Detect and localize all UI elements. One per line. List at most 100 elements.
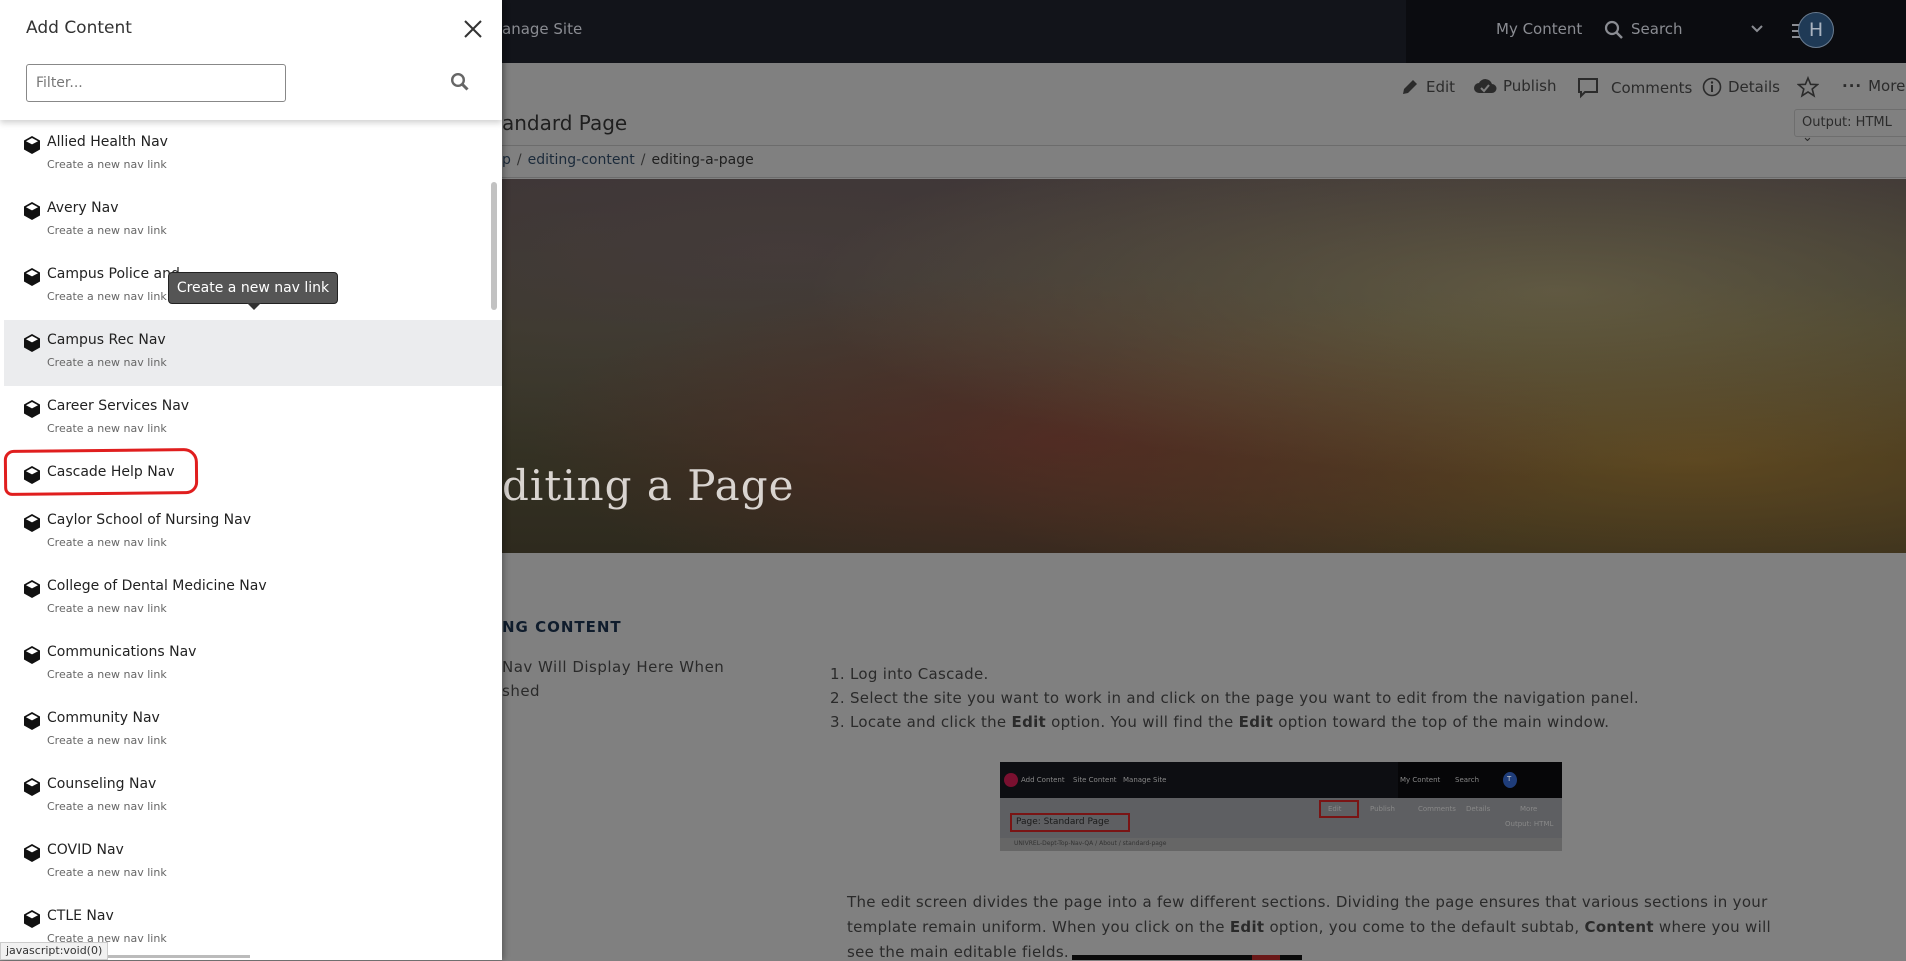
list-item[interactable]: Career Services Nav Create a new nav link [4, 386, 502, 452]
list-item-title: Communications Nav [47, 644, 197, 660]
page-title: andard Page [502, 111, 628, 135]
chevron-down-icon[interactable] [1750, 24, 1764, 34]
embedded-page-title: Page: Standard Page [1010, 813, 1130, 832]
tooltip: Create a new nav link [168, 272, 338, 310]
cube-icon [24, 268, 40, 286]
list-item[interactable]: College of Dental Medicine Nav Create a n… [4, 566, 502, 632]
comments-button[interactable]: Comments [1577, 77, 1692, 99]
plus-icon [1004, 773, 1018, 787]
comment-icon [1578, 78, 1598, 99]
list-item-subtitle: Create a new nav link [47, 158, 167, 171]
cube-icon [24, 334, 40, 352]
panel-title: Add Content [26, 18, 132, 38]
user-avatar[interactable]: H [1798, 12, 1834, 48]
list-item-subtitle: Create a new nav link [47, 866, 167, 879]
left-nav-text: shed [502, 682, 541, 700]
list-item[interactable]: Campus Rec Nav Create a new nav link [4, 320, 502, 386]
search-icon[interactable] [1604, 20, 1624, 40]
breadcrumb: p / editing-content / editing-a-page [502, 152, 754, 168]
cube-icon [24, 844, 40, 862]
more-button[interactable]: ··· More [1842, 77, 1905, 95]
list-item-title: COVID Nav [47, 842, 124, 858]
publish-label: Publish [1503, 77, 1557, 95]
publish-button[interactable]: Publish [1473, 77, 1556, 95]
filter-input[interactable] [26, 64, 286, 102]
search-link[interactable]: Search [1631, 20, 1683, 38]
cube-icon [24, 580, 40, 598]
list-item-title: Caylor School of Nursing Nav [47, 512, 252, 528]
star-icon[interactable] [1797, 76, 1819, 98]
info-icon [1702, 77, 1722, 97]
edit-button[interactable]: Edit [1400, 77, 1455, 97]
breadcrumb-link[interactable]: editing-content [528, 152, 635, 168]
add-content-panel: Add Content Allied Health Nav Create a ne… [0, 0, 502, 960]
list-item-subtitle: Create a new nav link [47, 422, 167, 435]
panel-header: Add Content [0, 0, 502, 120]
left-nav-heading: NG CONTENT [502, 618, 622, 636]
paragraph-line: The edit screen divides the page into a … [847, 893, 1768, 911]
paragraph-line: see the main editable fields. [847, 943, 1069, 961]
status-bar-url: javascript:void(0) [0, 942, 109, 960]
output-select-value: Output: HTML [1802, 115, 1892, 130]
cube-icon [24, 136, 40, 154]
breadcrumb-current: editing-a-page [651, 152, 754, 168]
list-item[interactable]: Caylor School of Nursing Nav Create a new… [4, 500, 502, 566]
cube-icon [24, 202, 40, 220]
red-annotation-circle [3, 447, 199, 497]
cube-icon [24, 646, 40, 664]
list-item[interactable]: Counseling Nav Create a new nav link [4, 764, 502, 830]
my-content-link[interactable]: My Content [1496, 20, 1582, 38]
list-item[interactable]: Community Nav Create a new nav link [4, 698, 502, 764]
breadcrumb-link[interactable]: p [502, 152, 511, 168]
paragraph-line: template remain uniform. When you click … [847, 918, 1772, 936]
list-item-title: Counseling Nav [47, 776, 157, 792]
highlight-box [1319, 800, 1359, 818]
scrollbar[interactable] [491, 182, 497, 310]
list-item[interactable]: COVID Nav Create a new nav link [4, 830, 502, 896]
cloud-check-icon [1474, 79, 1497, 93]
list-item-subtitle: Create a new nav link [47, 536, 167, 549]
pencil-icon [1403, 80, 1417, 94]
list-item-title: Campus Police and [47, 266, 180, 282]
edit-label: Edit [1426, 78, 1456, 96]
content-type-list: Allied Health Nav Create a new nav link Av… [0, 120, 502, 960]
list-item[interactable]: Avery Nav Create a new nav link [4, 188, 502, 254]
list-item-title: College of Dental Medicine Nav [47, 578, 267, 594]
list-item-subtitle: Create a new nav link [47, 224, 167, 237]
list-item-title: Community Nav [47, 710, 160, 726]
more-label: More [1868, 77, 1906, 95]
list-item[interactable]: Communications Nav Create a new nav link [4, 632, 502, 698]
list-item-title: Avery Nav [47, 200, 119, 216]
list-item-subtitle: Create a new nav link [47, 800, 167, 813]
step-3: 3. Locate and click the Edit option. You… [830, 713, 1610, 731]
manage-site-link[interactable]: anage Site [502, 20, 582, 38]
cube-icon [24, 712, 40, 730]
cube-icon [24, 400, 40, 418]
search-icon[interactable] [450, 72, 470, 92]
list-item-subtitle: Create a new nav link [47, 290, 167, 303]
list-item-subtitle: Create a new nav link [47, 356, 167, 369]
ellipsis-icon: ··· [1842, 77, 1863, 95]
cube-icon [24, 910, 40, 928]
chevron-down-icon: ⌄ [1802, 130, 1813, 145]
close-icon[interactable] [462, 18, 484, 40]
list-item-subtitle: Create a new nav link [47, 602, 167, 615]
hero-title: diting a Page [502, 461, 795, 510]
cube-icon [24, 778, 40, 796]
list-item-title: CTLE Nav [47, 908, 114, 924]
list-item-title: Career Services Nav [47, 398, 190, 414]
list-item-subtitle: Create a new nav link [47, 668, 167, 681]
list-item-subtitle: Create a new nav link [47, 734, 167, 747]
cube-icon [24, 514, 40, 532]
list-item-title: Allied Health Nav [47, 134, 168, 150]
left-nav-text: Nav Will Display Here When [502, 658, 725, 676]
embedded-screenshot: Add Content Site Content Manage Site My … [1000, 762, 1562, 851]
details-button[interactable]: Details [1702, 77, 1780, 97]
embedded-screenshot-2 [1072, 955, 1302, 960]
details-label: Details [1728, 78, 1781, 96]
output-select[interactable]: Output: HTML ⌄ [1794, 109, 1906, 145]
step-1: 1. Log into Cascade. [830, 665, 989, 683]
comments-label: Comments [1611, 79, 1693, 97]
list-item[interactable]: Allied Health Nav Create a new nav link [4, 122, 502, 188]
step-2: 2. Select the site you want to work in a… [830, 689, 1639, 707]
